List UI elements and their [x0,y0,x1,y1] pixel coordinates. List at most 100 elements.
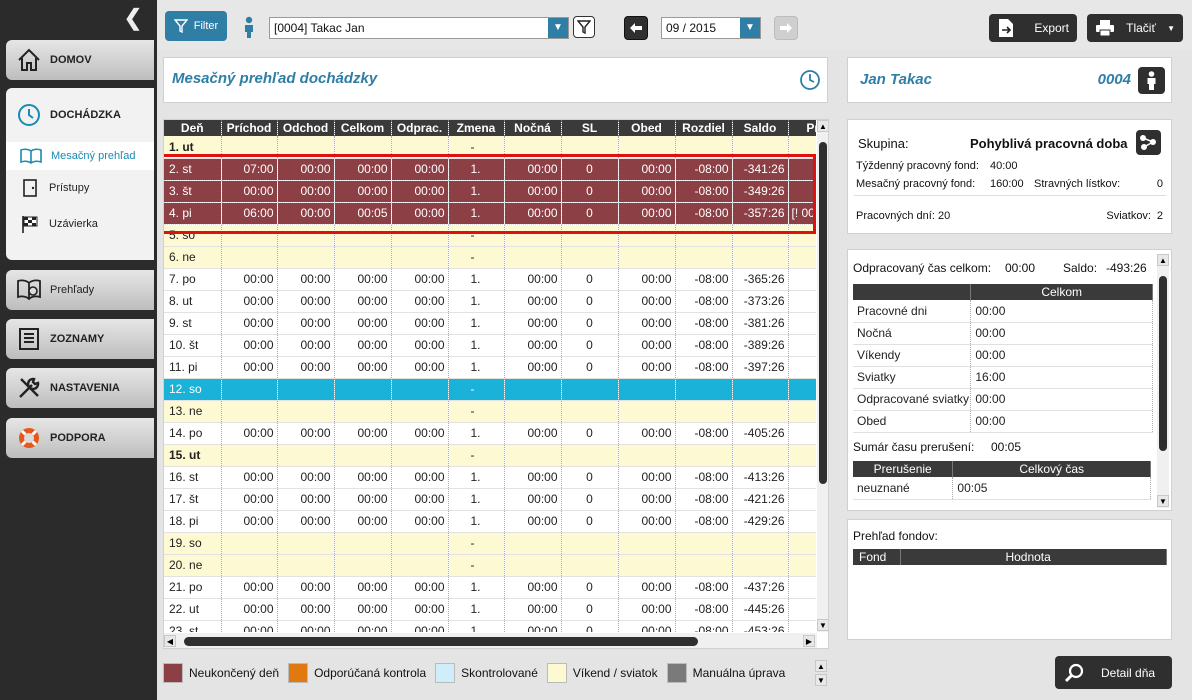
table-row[interactable]: 15. ut - [164,444,816,467]
table-cell [504,554,562,577]
table-row[interactable]: 1. ut - [164,136,816,159]
table-row[interactable]: 10. št 00:00 00:00 00:00 00:00 1. 00:00 0 00:00-… [164,334,816,357]
export-button[interactable]: Export [989,14,1077,42]
table-row[interactable]: 21. po 00:00 00:00 00:00 00:00 1. 00:00 0 00:00-… [164,576,816,599]
scroll-left-icon[interactable]: ◀ [164,635,176,647]
collapse-sidebar-button[interactable]: ❮ [118,6,142,30]
table-row[interactable]: 6. ne - [164,246,816,269]
vertical-scrollbar[interactable]: ▲ ▼ [817,120,828,632]
breaks-name: neuznané [853,477,954,500]
table-row[interactable]: 17. št 00:00 00:00 00:00 00:00 1. 00:00 0 00:00-… [164,488,816,511]
table-cell: 00:00 [221,290,278,313]
scroll-thumb[interactable] [819,142,827,484]
table-row[interactable]: 22. ut 00:00 00:00 00:00 00:00 1. 00:00 0 00:00-… [164,598,816,621]
nav-podpora[interactable]: PODPORA [6,418,154,458]
subnav-pristupy[interactable]: Prístupy [6,174,154,202]
table-row[interactable]: 7. po 00:00 00:00 00:00 00:00 1. 00:00 0 00:00 -0… [164,268,816,291]
scroll-down-icon[interactable]: ▼ [817,619,828,631]
table-row[interactable]: 3. št 00:00 00:00 00:00 00:00 1. 00:00 0 00:00 -0… [164,180,816,203]
table-cell [788,510,816,533]
scroll-down-icon[interactable]: ▼ [1157,495,1169,507]
group-diagram-button[interactable] [1136,130,1161,155]
person-icon [1147,71,1156,90]
table-row[interactable]: 9. st 00:00 00:00 00:00 00:00 1. 00:00 0 00:00 -0… [164,312,816,335]
attendance-table: Deň Príchod Odchod Celkom Odprac. Zmena Nočná S… [164,120,816,632]
nav-domov[interactable]: DOMOV [6,40,154,80]
scroll-up-icon[interactable]: ▲ [1157,254,1169,266]
table-cell: 00:00 [277,356,335,379]
column-header[interactable]: SL [561,120,619,136]
column-header[interactable]: Rozdiel [675,120,733,136]
table-row[interactable]: 12. so - [164,378,816,401]
column-header[interactable]: Nočná [504,120,562,136]
column-header[interactable]: Zmena [448,120,505,136]
day-detail-button[interactable]: Detail dňa [1055,656,1172,689]
column-header[interactable]: Odchod [277,120,335,136]
legend-label: Skontrolované [461,666,538,680]
chevron-down-icon[interactable]: ▼ [548,18,568,38]
table-cell: 00:00 [504,466,562,489]
scroll-thumb[interactable] [184,637,698,646]
horizontal-scrollbar[interactable]: ◀ ▶ [164,633,817,648]
subnav-label: Mesačný prehľad [51,150,136,162]
table-row[interactable]: 18. pi 00:00 00:00 00:00 00:00 1. 00:00 0 00:00-… [164,510,816,533]
chevron-down-icon[interactable]: ▼ [740,18,760,38]
table-row[interactable]: 11. pi 00:00 00:00 00:00 00:00 1. 00:00 0 00:00-… [164,356,816,379]
column-header[interactable]: Príchod [221,120,278,136]
table-cell [561,444,619,467]
subnav-uzavierka[interactable]: Uzávierka [6,210,154,238]
table-row[interactable]: 4. pi 06:00 00:00 00:05 00:00 1. 00:00 0 00:00 -0… [164,202,816,225]
employee-detail-button[interactable] [1138,67,1165,94]
column-header[interactable]: Celkom [334,120,392,136]
table-cell: 00:00 [277,488,335,511]
column-header[interactable]: Obed [618,120,676,136]
table-cell [561,136,619,159]
table-row[interactable]: 19. so - [164,532,816,555]
filter-button[interactable]: Filter [165,11,227,41]
print-button[interactable]: Tlačiť ▼ [1087,14,1183,42]
scroll-up-icon[interactable]: ▲ [817,120,828,132]
table-row[interactable]: 13. ne - [164,400,816,423]
table-cell: 00:00 [221,180,278,203]
table-cell: 00:00 [277,510,335,533]
summary-scrollbar[interactable]: ▲ ▼ [1157,254,1169,508]
column-header[interactable]: Odprac. [391,120,449,136]
table-row[interactable]: 14. po 00:00 00:00 00:00 00:00 1. 00:00 0 00:00-… [164,422,816,445]
table-row[interactable]: 16. st 00:00 00:00 00:00 00:00 1. 00:00 0 00:00-… [164,466,816,489]
clock-icon[interactable] [799,69,821,91]
scroll-right-icon[interactable]: ▶ [803,635,815,647]
column-header[interactable]: Deň [164,120,222,136]
scroll-thumb[interactable] [1159,276,1167,451]
table-row[interactable]: 2. st 07:00 00:00 00:00 00:00 1. 00:00 0 00:00 -0… [164,158,816,181]
scroll-up-icon[interactable]: ▲ [815,660,827,672]
table-row[interactable]: 20. ne - [164,554,816,577]
summary-value: 00:00 [970,388,1153,411]
table-cell: 00:00 [221,510,278,533]
table-row[interactable]: 8. ut 00:00 00:00 00:00 00:00 1. 00:00 0 00:00 -0… [164,290,816,313]
table-row[interactable]: 23. st 00:00 00:00 00:00 00:00 1. 00:00 0 00:00-… [164,620,816,632]
cell-day: 5. so [164,224,222,247]
table-row[interactable]: 5. so - [164,224,816,247]
table-cell: -08:00 [675,312,733,335]
summary-row: Sviatky 16:00 [853,366,1153,389]
nav-zoznamy[interactable]: ZOZNAMY [6,319,154,359]
book-icon [20,148,42,164]
nav-dochadzka[interactable]: DOCHÁDZKA [6,88,154,142]
employee-filter-button[interactable] [573,16,595,38]
nav-prehlady[interactable]: Prehľady [6,270,154,310]
column-header[interactable]: Pre [788,120,816,136]
table-cell: 00:00 [277,334,335,357]
subnav-mesacny-prehlad[interactable]: Mesačný prehľad [6,142,154,170]
table-cell [277,378,335,401]
nav-label: PODPORA [50,432,106,444]
previous-month-button[interactable] [624,16,648,40]
scroll-down-icon[interactable]: ▼ [815,674,827,686]
column-header[interactable]: Saldo [732,120,789,136]
period-select[interactable]: 09 / 2015 ▼ [661,17,761,39]
employee-select[interactable]: [0004] Takac Jan ▼ [269,17,569,39]
nav-nastavenia[interactable]: NASTAVENIA [6,368,154,408]
legend-scroller[interactable]: ▲ ▼ [815,660,827,686]
table-cell [504,532,562,555]
arrow-left-icon [630,23,642,33]
next-month-button[interactable] [774,16,798,40]
